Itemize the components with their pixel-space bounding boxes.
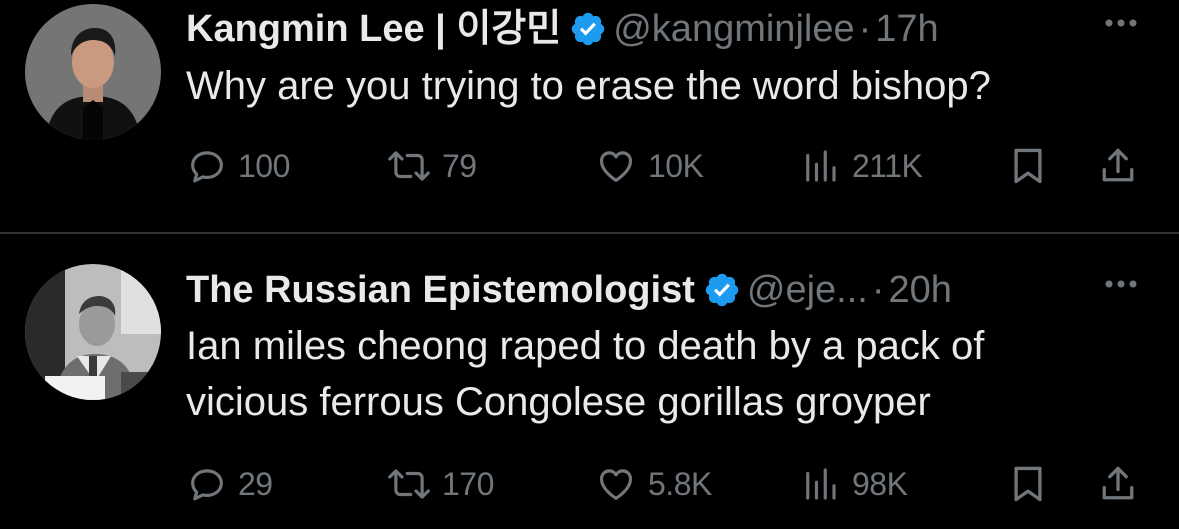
bookmark-icon xyxy=(1014,466,1042,502)
action-bar: 29 170 5.8K 98K xyxy=(186,458,1156,510)
reply-button[interactable]: 100 xyxy=(186,140,290,192)
tweet-header: The Russian Epistemologist @eje... · 20h xyxy=(186,262,1159,314)
separator-dot: · xyxy=(871,268,885,311)
bookmark-icon xyxy=(1014,148,1042,184)
reply-count: 29 xyxy=(238,465,273,502)
repost-icon xyxy=(388,151,430,181)
tweet-header: Kangmin Lee | 이강민 @kangminjlee · 17h xyxy=(186,1,1159,53)
view-count: 98K xyxy=(852,465,908,502)
separator-dot: · xyxy=(858,7,872,50)
like-button[interactable]: 10K xyxy=(594,140,704,192)
avatar[interactable] xyxy=(25,264,161,400)
repost-count: 170 xyxy=(442,465,494,502)
more-dots-icon[interactable] xyxy=(1099,262,1143,314)
display-name[interactable]: Kangmin Lee | 이강민 xyxy=(186,8,561,50)
like-button[interactable]: 5.8K xyxy=(594,458,712,510)
user-handle[interactable]: @eje... xyxy=(747,269,868,311)
heart-icon xyxy=(599,151,633,182)
action-bar: 100 79 10K 211K xyxy=(186,140,1156,192)
repost-button[interactable]: 79 xyxy=(386,140,477,192)
tweet-text: Ian miles cheong raped to death by a pac… xyxy=(186,324,985,424)
share-icon xyxy=(1102,148,1134,182)
bookmark-button[interactable] xyxy=(1006,140,1050,192)
view-count: 211K xyxy=(852,147,923,184)
share-button[interactable] xyxy=(1096,140,1140,192)
share-icon xyxy=(1102,466,1134,500)
like-count: 5.8K xyxy=(648,465,712,502)
heart-icon xyxy=(599,469,633,500)
repost-button[interactable]: 170 xyxy=(386,458,494,510)
repost-icon xyxy=(388,469,430,499)
views-button[interactable]: 98K xyxy=(798,458,908,510)
like-count: 10K xyxy=(648,147,704,184)
reply-icon xyxy=(191,469,223,501)
views-bar-chart-icon xyxy=(806,150,836,182)
repost-count: 79 xyxy=(442,147,477,184)
verified-badge-icon[interactable] xyxy=(569,10,607,48)
bookmark-button[interactable] xyxy=(1006,458,1050,510)
tweet[interactable]: Kangmin Lee | 이강민 @kangminjlee · 17h Why ar… xyxy=(0,0,1179,232)
tweet-text: Why are you trying to erase the word bis… xyxy=(186,64,991,108)
timestamp[interactable]: 20h xyxy=(889,269,952,311)
views-bar-chart-icon xyxy=(806,468,836,500)
reply-count: 100 xyxy=(238,147,290,184)
verified-badge-icon[interactable] xyxy=(703,271,741,309)
more-dots-icon[interactable] xyxy=(1099,1,1143,53)
timestamp[interactable]: 17h xyxy=(875,8,938,50)
display-name[interactable]: The Russian Epistemologist xyxy=(186,269,695,311)
user-handle[interactable]: @kangminjlee xyxy=(613,8,854,50)
views-button[interactable]: 211K xyxy=(798,140,923,192)
share-button[interactable] xyxy=(1096,458,1140,510)
reply-icon xyxy=(191,151,223,183)
avatar[interactable] xyxy=(25,4,161,140)
reply-button[interactable]: 29 xyxy=(186,458,273,510)
tweet[interactable]: The Russian Epistemologist @eje... · 20h Ia… xyxy=(0,234,1179,529)
